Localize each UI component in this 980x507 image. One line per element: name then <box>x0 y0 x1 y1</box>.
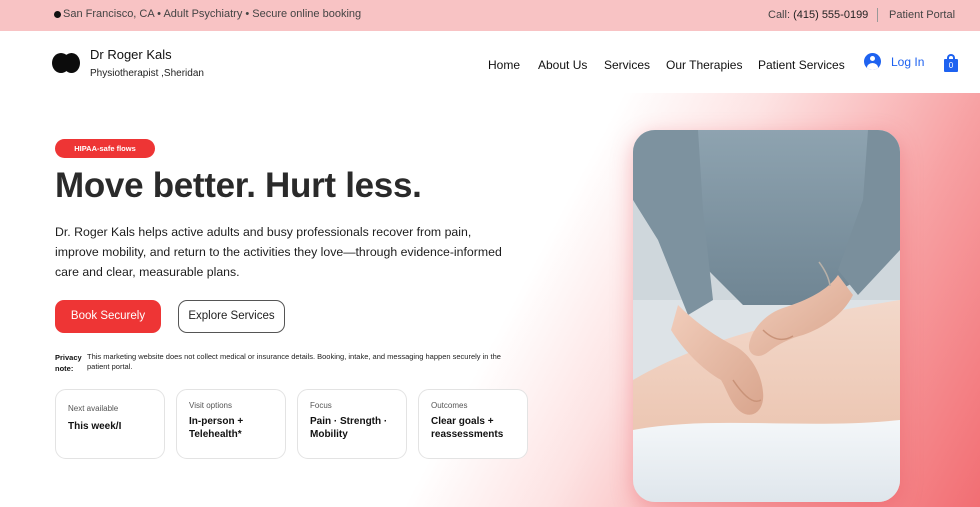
brand-name[interactable]: Dr Roger Kals <box>90 47 172 62</box>
cart-button[interactable]: 0 <box>944 54 958 72</box>
divider <box>877 8 878 22</box>
book-securely-button[interactable]: Book Securely <box>55 300 161 333</box>
call-label: Call: <box>768 9 791 21</box>
card-value: In-person + Telehealth* <box>189 416 244 440</box>
privacy-label: Privacy note: <box>55 353 82 373</box>
card-value: Clear goals + reassessments <box>431 416 504 440</box>
bullet-icon <box>54 10 61 18</box>
patient-portal-link[interactable]: Patient Portal <box>889 9 955 21</box>
location-text: San Francisco, CA • Adult Psychiatry • S… <box>63 8 362 20</box>
nav-our-therapies[interactable]: Our Therapies <box>666 58 742 72</box>
login-label: Log In <box>891 54 925 69</box>
hipaa-badge: HIPAA-safe flows <box>55 139 155 158</box>
nav-about-us[interactable]: About Us <box>538 58 587 72</box>
phone-number[interactable]: (415) 555-0199 <box>793 9 868 21</box>
info-card-next-available: Next available This week/I <box>55 389 165 459</box>
card-label: Focus <box>310 401 332 410</box>
info-card-outcomes: Outcomes Clear goals + reassessments <box>418 389 528 459</box>
explore-services-button[interactable]: Explore Services <box>178 300 285 333</box>
privacy-text: This marketing website does not collect … <box>87 352 501 371</box>
nav-services[interactable]: Services <box>604 58 650 72</box>
user-icon <box>864 53 881 70</box>
login-button[interactable]: Log In <box>864 53 924 70</box>
hero-intro: Dr. Roger Kals helps active adults and b… <box>55 225 502 279</box>
info-card-focus: Focus Pain · Strength · Mobility <box>297 389 407 459</box>
card-label: Visit options <box>189 401 232 410</box>
info-card-visit-options: Visit options In-person + Telehealth* <box>176 389 286 459</box>
brand-subtitle: Physiotherapist ,Sheridan <box>90 68 204 79</box>
nav-home[interactable]: Home <box>488 58 520 72</box>
nav-patient-services[interactable]: Patient Services <box>758 58 845 72</box>
card-label: Outcomes <box>431 401 468 410</box>
card-value: Pain · Strength · Mobility <box>310 416 388 440</box>
cart-count: 0 <box>948 61 954 70</box>
card-label: Next available <box>68 404 119 413</box>
brand-logo-icon[interactable] <box>52 53 80 73</box>
massage-therapy-image <box>633 130 900 502</box>
hero-photo <box>633 130 900 502</box>
card-value: This week/I <box>68 421 122 432</box>
hero-headline: Move better. Hurt less. <box>55 166 422 205</box>
top-info-bar: San Francisco, CA • Adult Psychiatry • S… <box>0 0 980 31</box>
site-header: Dr Roger Kals Physiotherapist ,Sheridan … <box>0 31 980 93</box>
call-info: Call: (415) 555-0199 <box>768 9 868 21</box>
location-info: San Francisco, CA • Adult Psychiatry • S… <box>54 8 361 20</box>
